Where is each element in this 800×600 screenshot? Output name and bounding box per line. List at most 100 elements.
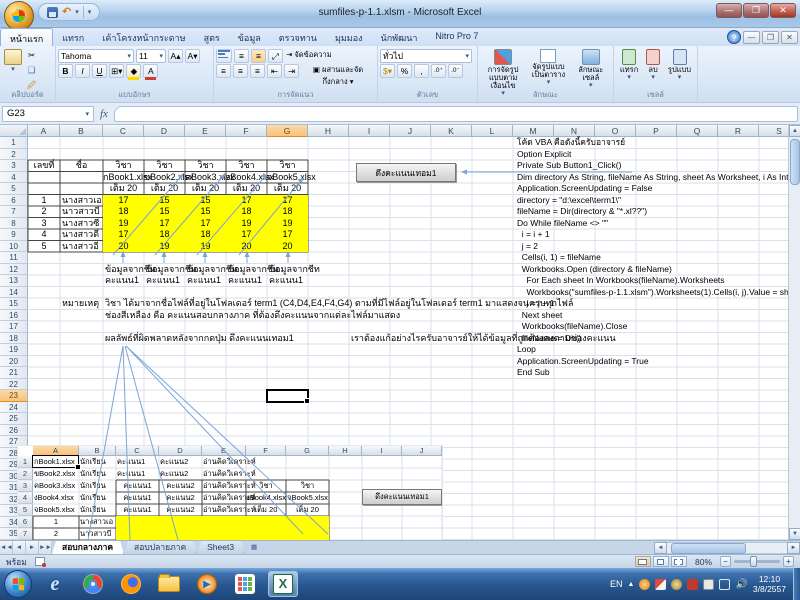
- tray-clipboard-icon[interactable]: [703, 579, 714, 590]
- hscroll-left-icon[interactable]: ◄: [654, 542, 667, 554]
- cell-A8[interactable]: 3: [28, 218, 60, 229]
- italic-icon[interactable]: I: [75, 64, 90, 78]
- taskbar-excel-icon[interactable]: [268, 571, 298, 597]
- cell-E3[interactable]: วิชา: [185, 160, 226, 171]
- cell-F3[interactable]: วิชา: [226, 160, 267, 171]
- comma-style-icon[interactable]: ,: [414, 64, 429, 78]
- hscroll-right-icon[interactable]: ►: [787, 542, 800, 554]
- font-color-icon[interactable]: A: [143, 64, 158, 78]
- taskbar-clock[interactable]: 12:10 3/8/2557: [753, 574, 786, 594]
- cell-C3[interactable]: วิชา: [103, 160, 144, 171]
- cell-G8[interactable]: 19: [267, 218, 308, 229]
- cell-C4[interactable]: กBook1.xlsx: [103, 172, 144, 183]
- show-desktop-button[interactable]: [793, 568, 800, 600]
- sheet-tab-midterm[interactable]: สอบกลางภาค: [52, 541, 124, 554]
- first-sheet-icon[interactable]: ◄◄: [0, 541, 13, 554]
- cell-A7[interactable]: 2: [28, 206, 60, 217]
- cell-F13[interactable]: คะแนน1: [226, 275, 262, 286]
- cell-E5[interactable]: เต็ม 20: [185, 183, 226, 194]
- vba-code-line-9[interactable]: i = i + 1: [515, 229, 550, 240]
- cell-B10[interactable]: นางสาวอี: [60, 241, 99, 252]
- taskbar-windows-explorer-icon[interactable]: [154, 571, 184, 597]
- vba-code-line-20[interactable]: Application.ScreenUpdating = True: [515, 356, 649, 367]
- last-sheet-icon[interactable]: ►►: [39, 541, 52, 554]
- cell-D9[interactable]: 18: [144, 229, 185, 240]
- grow-font-icon[interactable]: A▴: [168, 49, 183, 63]
- format-cells-button[interactable]: รูปแบบ▾: [666, 48, 693, 83]
- tab-home[interactable]: หน้าแรก: [0, 28, 53, 46]
- cell-G3[interactable]: วิชา: [267, 160, 308, 171]
- cell-A3[interactable]: เลขที่: [28, 160, 60, 171]
- next-sheet-icon[interactable]: ►: [26, 541, 39, 554]
- cell-B15[interactable]: หมายเหตุ: [60, 298, 99, 309]
- sheet-tab-final[interactable]: สอบปลายภาค: [124, 541, 197, 554]
- cell-C5[interactable]: เต็ม 20: [103, 183, 144, 194]
- zoom-slider[interactable]: [734, 560, 780, 563]
- pull-scores-term1-button[interactable]: ดึงคะแนนเทอม1: [356, 163, 456, 182]
- cell-A9[interactable]: 4: [28, 229, 60, 240]
- paste-button[interactable]: ▾: [2, 48, 24, 92]
- zoom-slider-thumb[interactable]: [750, 556, 757, 567]
- percent-style-icon[interactable]: %: [397, 64, 412, 78]
- taskbar-internet-explorer-icon[interactable]: e: [40, 571, 70, 597]
- help-icon[interactable]: ?: [727, 30, 741, 44]
- cell-G7[interactable]: 18: [267, 206, 308, 217]
- vba-code-line-8[interactable]: Do While fileName <> "": [515, 218, 608, 229]
- cell-G6[interactable]: 17: [267, 195, 308, 206]
- zoom-level[interactable]: 80%: [695, 557, 712, 567]
- vba-code-line-7[interactable]: fileName = Dir(directory & "*.xl??"): [515, 206, 647, 217]
- workbook-restore-button[interactable]: ❐: [762, 31, 779, 44]
- workbook-close-button[interactable]: ✕: [781, 31, 798, 44]
- align-center-icon[interactable]: ≡: [233, 64, 248, 78]
- zoom-in-icon[interactable]: +: [783, 556, 794, 567]
- cell-G13[interactable]: คะแนน1: [267, 275, 303, 286]
- border-icon[interactable]: ⊞▾: [109, 64, 124, 78]
- cell-B7[interactable]: นาวสาวบี: [60, 206, 100, 217]
- increase-indent-icon[interactable]: ⇥: [284, 64, 299, 78]
- cell-D7[interactable]: 15: [144, 206, 185, 217]
- align-left-icon[interactable]: ≡: [216, 64, 231, 78]
- cell-F8[interactable]: 19: [226, 218, 267, 229]
- vba-code-line-19[interactable]: Loop: [515, 344, 536, 355]
- prev-sheet-icon[interactable]: ◄: [13, 541, 26, 554]
- cell-E10[interactable]: 19: [185, 241, 226, 252]
- tray-shield-icon[interactable]: [655, 579, 666, 590]
- cell-F9[interactable]: 17: [226, 229, 267, 240]
- cell-D4[interactable]: ขBook2.xlsx: [144, 172, 185, 183]
- close-button[interactable]: ✕: [770, 3, 796, 18]
- vba-code-line-5[interactable]: Application.ScreenUpdating = False: [515, 183, 652, 194]
- number-format-combo[interactable]: ทั่วไป▾: [380, 49, 472, 63]
- cell-B8[interactable]: นางสาวซี: [60, 218, 99, 229]
- decrease-decimal-icon[interactable]: .0⁻: [448, 64, 463, 78]
- tab-page-layout[interactable]: เค้าโครงหน้ากระดาษ: [93, 28, 194, 46]
- font-size-combo[interactable]: 11▾: [136, 49, 166, 63]
- cell-G10[interactable]: 20: [267, 241, 308, 252]
- cell-C18[interactable]: ผลลัพธ์ที่ผิดพลาดหลังจากกดปุ่ม ดึงคะแนนเ…: [103, 333, 294, 344]
- wrap-text-button[interactable]: ⇥ จัดข้อความ: [285, 49, 333, 63]
- cell-D10[interactable]: 19: [144, 241, 185, 252]
- tray-window-icon[interactable]: [719, 579, 730, 590]
- tab-formulas[interactable]: สูตร: [195, 28, 229, 46]
- insert-worksheet-icon[interactable]: ▦: [245, 541, 263, 554]
- tab-view[interactable]: มุมมอง: [326, 28, 372, 46]
- increase-decimal-icon[interactable]: .0⁺: [431, 64, 446, 78]
- cell-E7[interactable]: 15: [185, 206, 226, 217]
- cell-A6[interactable]: 1: [28, 195, 60, 206]
- vba-code-line-13[interactable]: For Each sheet In Workbooks(fileName).Wo…: [515, 275, 725, 286]
- formula-input[interactable]: [114, 106, 798, 122]
- vba-code-line-10[interactable]: j = 2: [515, 241, 538, 252]
- cell-G4[interactable]: จBook5.xlsx: [267, 172, 308, 183]
- restore-button[interactable]: ❐: [743, 3, 769, 18]
- horizontal-scroll-thumb[interactable]: [671, 543, 746, 554]
- vba-code-line-12[interactable]: Workbooks.Open (directory & fileName): [515, 264, 672, 275]
- cell-G9[interactable]: 17: [267, 229, 308, 240]
- cell-D8[interactable]: 17: [144, 218, 185, 229]
- vertical-scroll-thumb[interactable]: [790, 139, 800, 185]
- delete-cells-button[interactable]: ลบ▾: [644, 48, 662, 83]
- align-middle-icon[interactable]: ≡: [234, 49, 249, 63]
- worksheet-grid[interactable]: ABCDEFGHIJ1234567กBook1.xlsxนักเรียนคะแน…: [0, 125, 788, 540]
- tab-insert[interactable]: แทรก: [53, 28, 93, 46]
- workbook-minimize-button[interactable]: —: [743, 31, 760, 44]
- vba-code-line-2[interactable]: Option Explicit: [515, 149, 571, 160]
- vba-code-line-18[interactable]: fileName = Dir(): [515, 333, 581, 344]
